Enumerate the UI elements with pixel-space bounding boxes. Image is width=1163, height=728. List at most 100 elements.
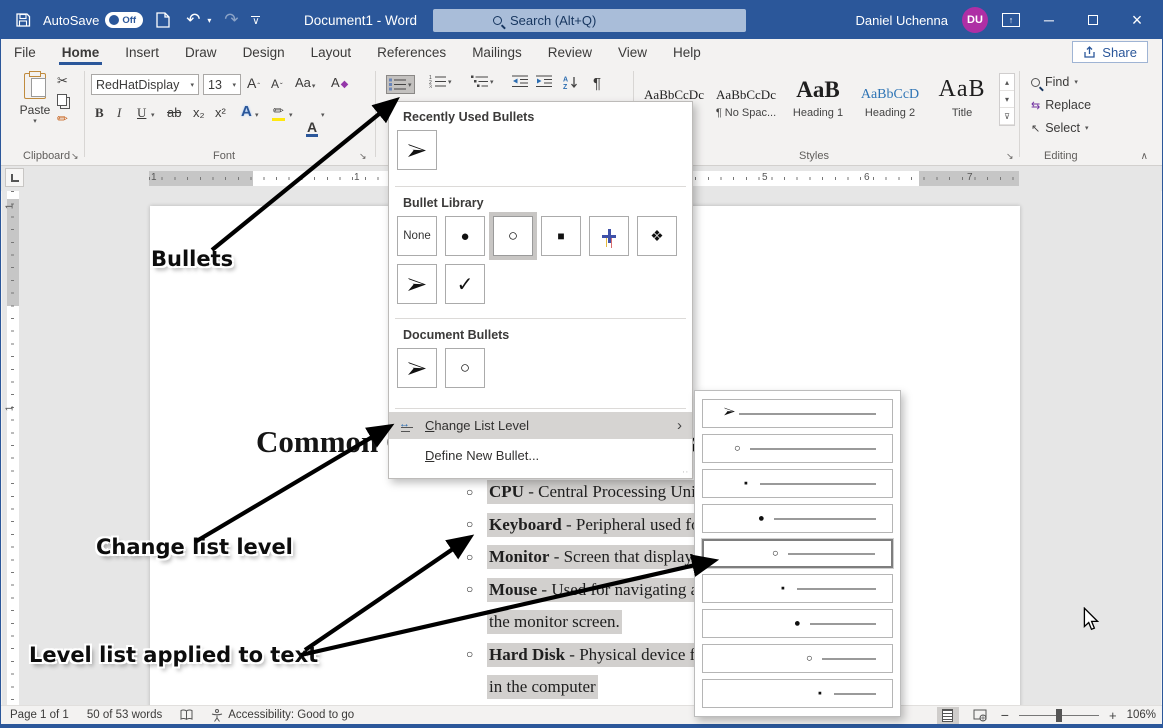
list-level-2[interactable]: ○	[702, 434, 893, 463]
clear-formatting-icon[interactable]: A◆	[331, 75, 348, 90]
bullet-filled-dot[interactable]: ●	[445, 216, 485, 256]
decrease-indent-button[interactable]	[512, 75, 528, 87]
style-no-spacing[interactable]: AaBbCcDc ¶ No Spac...	[713, 73, 779, 125]
tab-selector[interactable]	[5, 168, 24, 187]
list-level-8[interactable]: ○	[702, 644, 893, 673]
replace-button[interactable]: ⇆ Replace	[1031, 98, 1091, 112]
tab-home[interactable]: Home	[49, 39, 113, 65]
zoom-slider-thumb[interactable]	[1056, 709, 1062, 722]
bullet-hollow-circle-selected[interactable]: ○	[493, 216, 533, 256]
search-input[interactable]: Search (Alt+Q)	[433, 9, 746, 32]
styles-dialog-launcher[interactable]: ↘	[1006, 151, 1014, 162]
grow-font-icon[interactable]: Aˆ	[247, 75, 260, 91]
select-button[interactable]: ↖ Select▾	[1031, 121, 1088, 135]
style-title[interactable]: AaB Title	[929, 73, 995, 125]
undo-icon[interactable]: ↶	[183, 10, 203, 30]
show-paragraph-marks-button[interactable]: ¶	[593, 75, 601, 92]
tab-references[interactable]: References	[364, 39, 459, 65]
define-new-bullet-item[interactable]: Define New Bullet...	[389, 442, 692, 469]
zoom-slider[interactable]	[1019, 715, 1099, 716]
tab-design[interactable]: Design	[230, 39, 298, 65]
bullets-button[interactable]: ▾	[386, 75, 415, 94]
font-dialog-launcher[interactable]: ↘	[359, 151, 367, 162]
superscript-icon[interactable]: x²	[215, 105, 226, 120]
list-level-1[interactable]	[702, 399, 893, 428]
bullet-four-diamonds[interactable]: ❖	[637, 216, 677, 256]
change-case-icon[interactable]: Aa▾	[295, 75, 315, 90]
doc-bullet-arrowhead[interactable]	[397, 348, 437, 388]
italic-icon[interactable]: I	[117, 105, 121, 121]
doc-bullet-hollow-circle[interactable]: ○	[445, 348, 485, 388]
font-size-combo[interactable]: 13▾	[203, 74, 241, 95]
list-level-3[interactable]: ▪	[702, 469, 893, 498]
list-level-4[interactable]: ●	[702, 504, 893, 533]
list-level-6[interactable]: ▪	[702, 574, 893, 603]
styles-more-icon[interactable]: ⊽	[1000, 108, 1014, 125]
tab-help[interactable]: Help	[660, 39, 714, 65]
style-heading2[interactable]: AaBbCcD Heading 2	[857, 73, 923, 125]
tab-view[interactable]: View	[605, 39, 660, 65]
zoom-out-button[interactable]: −	[1001, 707, 1009, 723]
numbering-button[interactable]: 123 ▾	[429, 75, 452, 88]
text-effects-icon[interactable]: A	[241, 103, 252, 120]
underline-caret-icon[interactable]: ▾	[151, 111, 155, 119]
tab-mailings[interactable]: Mailings	[459, 39, 535, 65]
styles-scroll-up-icon[interactable]: ▴	[1000, 74, 1014, 91]
paste-button[interactable]: Paste ▾	[13, 73, 57, 125]
tab-insert[interactable]: Insert	[112, 39, 172, 65]
new-document-icon[interactable]	[153, 10, 173, 30]
tab-review[interactable]: Review	[535, 39, 605, 65]
save-icon[interactable]	[13, 10, 33, 30]
proofing-icon[interactable]	[171, 709, 202, 721]
ribbon-display-options-icon[interactable]: ↑	[1002, 13, 1020, 27]
multilevel-list-button[interactable]: ▾	[471, 75, 494, 88]
bullet-square[interactable]: ■	[541, 216, 581, 256]
tab-file[interactable]: File	[1, 39, 49, 65]
share-button[interactable]: Share	[1072, 41, 1148, 63]
cut-icon[interactable]: ✂	[57, 73, 68, 89]
tab-layout[interactable]: Layout	[298, 39, 365, 65]
find-button[interactable]: Find▾	[1031, 75, 1078, 89]
shrink-font-icon[interactable]: Aˇ	[271, 77, 283, 91]
maximize-button[interactable]	[1078, 1, 1108, 39]
styles-scroll-down-icon[interactable]: ▾	[1000, 91, 1014, 108]
bullet-color-cross[interactable]	[589, 216, 629, 256]
undo-caret-icon[interactable]: ▾	[207, 16, 211, 25]
format-painter-icon[interactable]: ✏	[57, 111, 68, 127]
style-heading1[interactable]: AaB Heading 1	[785, 73, 851, 125]
minimize-button[interactable]: ─	[1034, 1, 1064, 39]
bullet-none[interactable]: None	[397, 216, 437, 256]
zoom-in-button[interactable]: +	[1109, 708, 1117, 723]
word-count[interactable]: 50 of 53 words	[78, 709, 171, 721]
print-layout-view-icon[interactable]	[937, 707, 959, 724]
clipboard-dialog-launcher[interactable]: ↘	[71, 151, 79, 162]
tab-draw[interactable]: Draw	[172, 39, 230, 65]
font-name-combo[interactable]: RedHatDisplay▾	[91, 74, 199, 95]
web-layout-view-icon[interactable]	[969, 707, 991, 724]
list-level-7[interactable]: ●	[702, 609, 893, 638]
underline-icon[interactable]: U	[137, 105, 146, 121]
bullet-arrowhead[interactable]	[397, 264, 437, 304]
recent-bullet-arrowhead[interactable]	[397, 130, 437, 170]
accessibility-status[interactable]: Accessibility: Good to go	[202, 709, 363, 722]
sort-button[interactable]: AZ	[563, 75, 581, 89]
avatar[interactable]: DU	[962, 7, 988, 33]
close-button[interactable]: ×	[1122, 1, 1152, 39]
collapse-ribbon-icon[interactable]: ∧	[1141, 151, 1148, 162]
strikethrough-icon[interactable]: ab	[167, 105, 181, 120]
bold-icon[interactable]: B	[95, 105, 104, 121]
menu-resize-grip[interactable]: ∙∙	[683, 467, 689, 476]
list-level-9[interactable]: ▪	[702, 679, 893, 708]
zoom-level[interactable]: 106%	[1127, 709, 1156, 721]
change-list-level-item[interactable]: ↔ Change List Level ›	[389, 412, 692, 439]
page-indicator[interactable]: Page 1 of 1	[1, 709, 78, 721]
subscript-icon[interactable]: x₂	[193, 105, 205, 120]
user-name[interactable]: Daniel Uchenna	[855, 13, 948, 28]
vertical-ruler[interactable]: 1 1	[7, 191, 19, 707]
autosave-toggle[interactable]: Off	[105, 12, 143, 28]
customize-quick-access-icon[interactable]: ∨	[251, 16, 260, 25]
increase-indent-button[interactable]	[536, 75, 552, 87]
list-level-5-selected[interactable]: ○	[702, 539, 893, 568]
copy-icon[interactable]	[57, 94, 67, 106]
bullet-checkmark[interactable]: ✓	[445, 264, 485, 304]
